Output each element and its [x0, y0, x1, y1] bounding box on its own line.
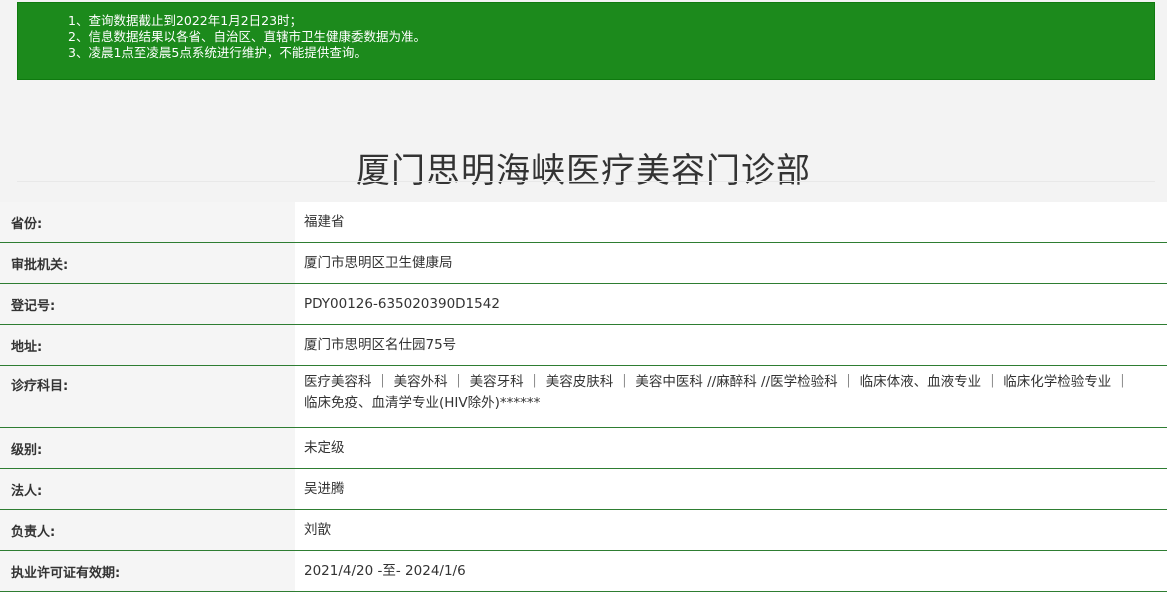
license-validity-label: 执业许可证有效期: [0, 551, 295, 591]
province-value: 福建省 [295, 202, 1167, 242]
level-value: 未定级 [295, 428, 1167, 468]
table-row-departments: 诊疗科目: 医疗美容科 ｜ 美容外科 ｜ 美容牙科 ｜ 美容皮肤科 ｜ 美容中医… [0, 366, 1167, 428]
notice-banner: 1、查询数据截止到2022年1月2日23时； 2、信息数据结果以各省、自治区、直… [17, 2, 1155, 80]
registration-number-label: 登记号: [0, 284, 295, 324]
table-row-person-in-charge: 负责人: 刘歆 [0, 510, 1167, 551]
notice-line-1: 1、查询数据截止到2022年1月2日23时； [68, 13, 303, 28]
legal-person-value: 吴进腾 [295, 469, 1167, 509]
notice-line-2: 2、信息数据结果以各省、自治区、直辖市卫生健康委数据为准。 [68, 29, 426, 44]
page-title: 厦门思明海峡医疗美容门诊部 [356, 150, 811, 191]
departments-label: 诊疗科目: [0, 366, 295, 427]
table-row-registration-number: 登记号: PDY00126-635020390D1542 [0, 284, 1167, 325]
table-row-license-validity: 执业许可证有效期: 2021/4/20 -至- 2024/1/6 [0, 551, 1167, 592]
title-divider [17, 181, 1155, 182]
approval-authority-value: 厦门市思明区卫生健康局 [295, 243, 1167, 283]
table-row-address: 地址: 厦门市思明区名仕园75号 [0, 325, 1167, 366]
notice-line-3: 3、凌晨1点至凌晨5点系统进行维护，不能提供查询。 [68, 45, 367, 60]
info-table: 省份: 福建省 审批机关: 厦门市思明区卫生健康局 登记号: PDY00126-… [0, 202, 1167, 592]
title-area: 厦门思明海峡医疗美容门诊部 [0, 80, 1167, 202]
address-label: 地址: [0, 325, 295, 365]
level-label: 级别: [0, 428, 295, 468]
province-label: 省份: [0, 202, 295, 242]
table-row-approval-authority: 审批机关: 厦门市思明区卫生健康局 [0, 243, 1167, 284]
legal-person-label: 法人: [0, 469, 295, 509]
person-in-charge-value: 刘歆 [295, 510, 1167, 550]
departments-value: 医疗美容科 ｜ 美容外科 ｜ 美容牙科 ｜ 美容皮肤科 ｜ 美容中医科 //麻醉… [295, 366, 1167, 427]
approval-authority-label: 审批机关: [0, 243, 295, 283]
table-row-legal-person: 法人: 吴进腾 [0, 469, 1167, 510]
table-row-level: 级别: 未定级 [0, 428, 1167, 469]
license-validity-value: 2021/4/20 -至- 2024/1/6 [295, 551, 1167, 591]
person-in-charge-label: 负责人: [0, 510, 295, 550]
registration-number-value: PDY00126-635020390D1542 [295, 284, 1167, 324]
address-value: 厦门市思明区名仕园75号 [295, 325, 1167, 365]
table-row-province: 省份: 福建省 [0, 202, 1167, 243]
page: 1、查询数据截止到2022年1月2日23时； 2、信息数据结果以各省、自治区、直… [0, 0, 1167, 592]
